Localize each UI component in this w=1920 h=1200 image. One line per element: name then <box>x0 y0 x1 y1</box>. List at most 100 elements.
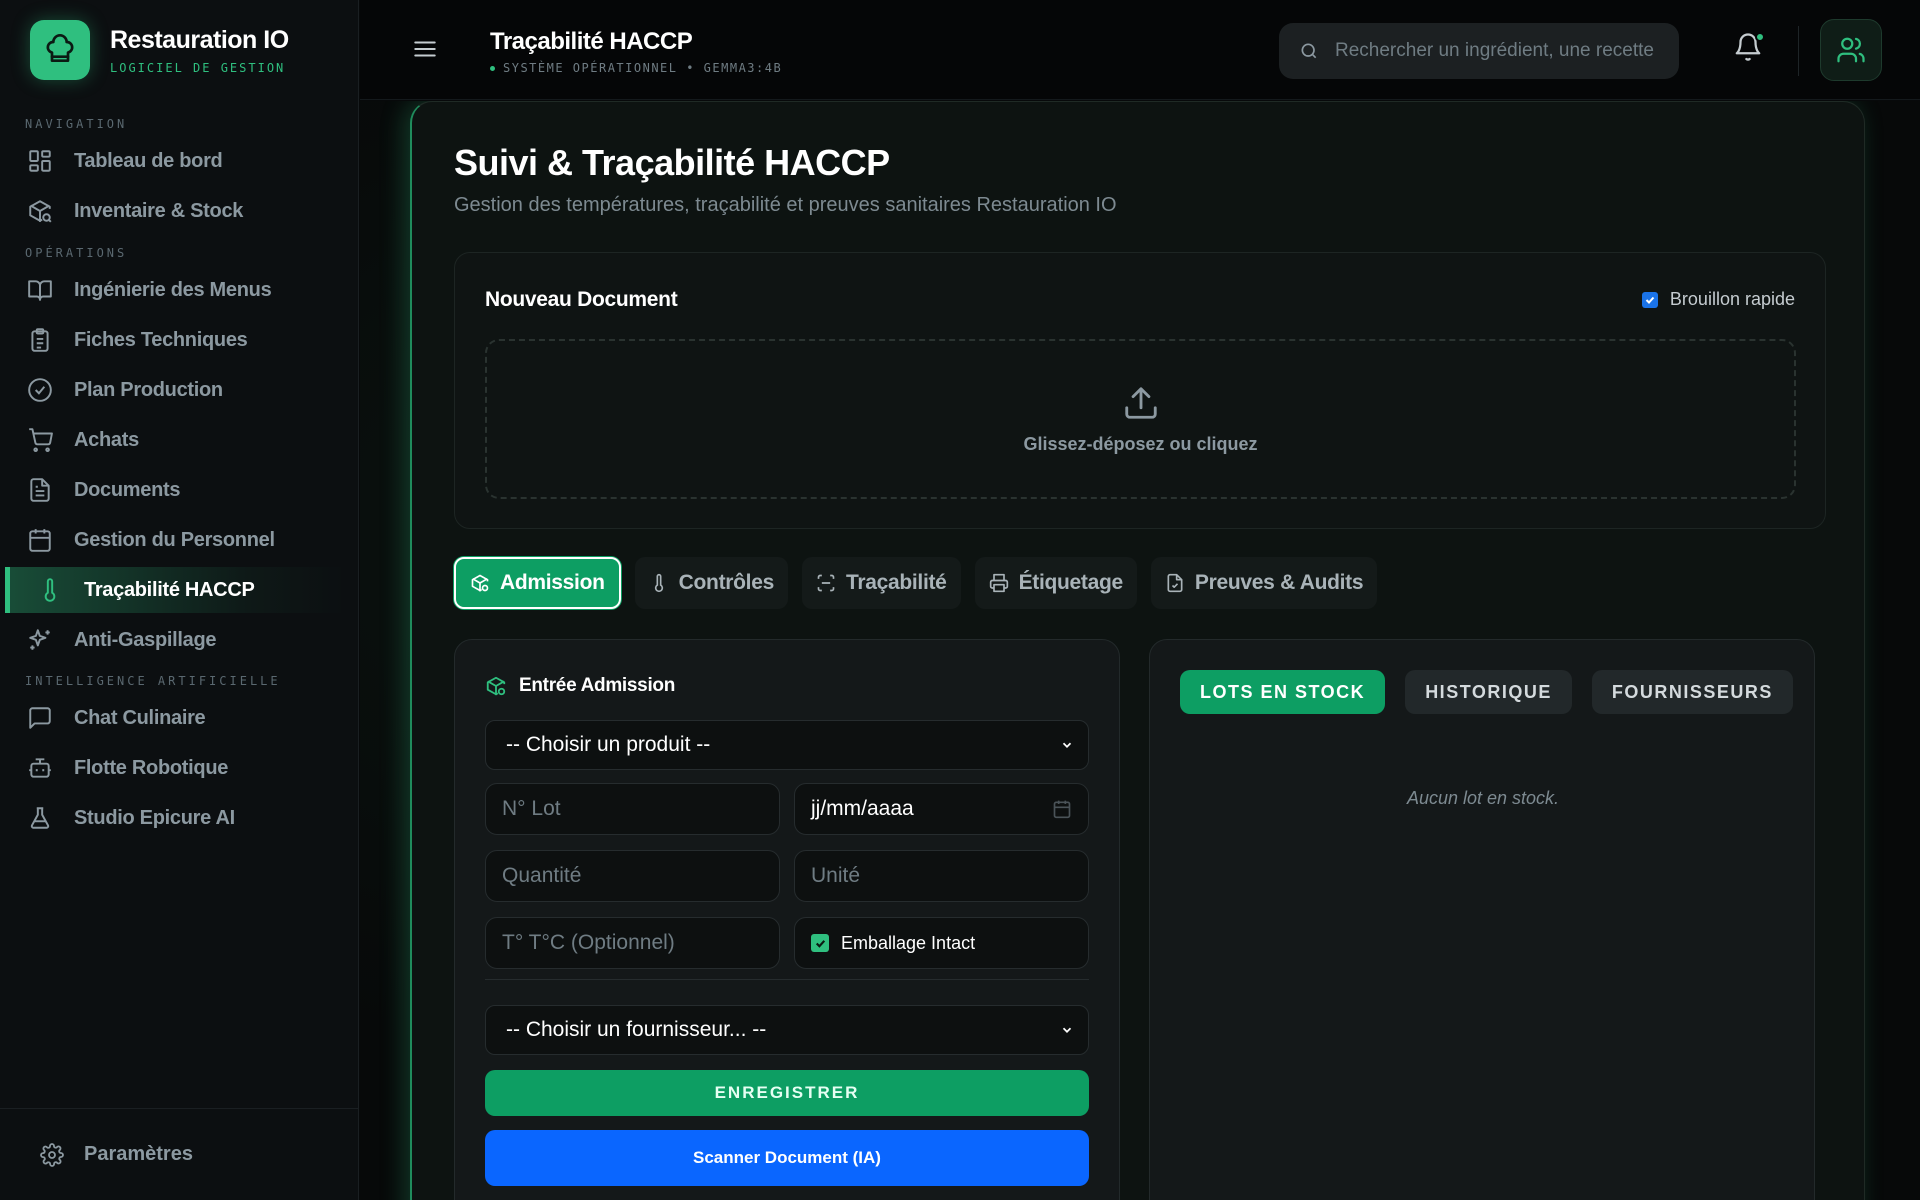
sidebar-item-label: Achats <box>74 428 139 451</box>
sidebar-item-label: Studio Epicure AI <box>74 806 235 829</box>
notifications-button[interactable] <box>1733 32 1765 62</box>
notification-badge <box>1755 32 1765 42</box>
admission-form-title: Entrée Admission <box>519 675 676 696</box>
tab-admission[interactable]: Admission <box>454 557 621 609</box>
sidebar-item-label: Ingénierie des Menus <box>74 278 272 301</box>
sidebar-item-menus[interactable]: Ingénierie des Menus <box>0 267 359 313</box>
quick-draft-toggle[interactable]: Brouillon rapide <box>1641 289 1795 310</box>
stock-panel: LOTS EN STOCK HISTORIQUE FOURNISSEURS Au… <box>1149 639 1815 1200</box>
sidebar-item-production-plan[interactable]: Plan Production <box>0 367 359 413</box>
sidebar-item-label: Traçabilité HACCP <box>84 578 255 601</box>
menu-toggle-button[interactable] <box>412 36 438 62</box>
scan-icon <box>816 573 836 593</box>
users-icon <box>1836 35 1866 65</box>
sidebar-item-chat[interactable]: Chat Culinaire <box>0 695 359 741</box>
chevron-down-icon <box>1060 738 1074 752</box>
tab-controls[interactable]: Contrôles <box>634 557 788 609</box>
tab-traceability[interactable]: Traçabilité <box>801 557 961 609</box>
sidebar-item-dashboard[interactable]: Tableau de bord <box>0 138 359 184</box>
hamburger-icon <box>412 36 438 62</box>
settings-link[interactable]: Paramètres <box>0 1108 359 1200</box>
product-select-value: -- Choisir un produit -- <box>506 733 711 756</box>
section-operations: OPÉRATIONS <box>25 246 128 260</box>
chevron-down-icon <box>1060 1023 1074 1037</box>
sidebar-item-technical-sheets[interactable]: Fiches Techniques <box>0 317 359 363</box>
quantity-input[interactable] <box>502 864 779 888</box>
sidebar-item-label: Fiches Techniques <box>74 328 248 351</box>
save-button[interactable]: ENREGISTRER <box>485 1070 1089 1116</box>
sidebar-item-staff[interactable]: Gestion du Personnel <box>0 517 359 563</box>
sidebar-item-studio[interactable]: Studio Epicure AI <box>0 795 359 841</box>
sidebar-item-documents[interactable]: Documents <box>0 467 359 513</box>
new-document-card: Nouveau Document Brouillon rapide Glisse… <box>454 252 1826 529</box>
packaging-intact-toggle[interactable]: Emballage Intact <box>794 917 1089 969</box>
scan-document-button[interactable]: Scanner Document (IA) <box>485 1130 1089 1186</box>
lot-number-field[interactable] <box>485 783 780 835</box>
dropzone-text: Glissez-déposez ou cliquez <box>1023 433 1258 454</box>
quantity-field[interactable] <box>485 850 780 902</box>
chef-hat-icon <box>30 20 90 80</box>
sidebar-item-label: Anti-Gaspillage <box>74 628 217 651</box>
sidebar-item-anti-waste[interactable]: Anti-Gaspillage <box>0 617 359 663</box>
unit-field[interactable] <box>794 850 1089 902</box>
sidebar-item-label: Plan Production <box>74 378 223 401</box>
haccp-tabs: Admission Contrôles Traçabilité Étiqueta… <box>454 557 1391 609</box>
section-ai: INTELLIGENCE ARTIFICIELLE <box>25 674 281 688</box>
calendar-icon[interactable] <box>1052 799 1072 819</box>
product-select[interactable]: -- Choisir un produit -- <box>485 720 1089 770</box>
tab-label: Étiquetage <box>1018 571 1124 594</box>
new-document-title: Nouveau Document <box>485 288 678 311</box>
sidebar-item-label: Chat Culinaire <box>74 706 206 729</box>
sidebar-item-label: Inventaire & Stock <box>74 199 244 222</box>
sidebar-item-haccp[interactable]: Traçabilité HACCP <box>5 567 345 613</box>
check-circle-icon <box>26 376 54 404</box>
tab-labeling[interactable]: Étiquetage <box>974 557 1137 609</box>
tab-lots-in-stock[interactable]: LOTS EN STOCK <box>1180 670 1386 714</box>
top-header: Traçabilité HACCP SYSTÈME OPÉRATIONNEL •… <box>360 0 1920 100</box>
date-field[interactable]: jj/mm/aaaa <box>794 783 1089 835</box>
section-navigation: NAVIGATION <box>25 117 128 131</box>
stock-tabs: LOTS EN STOCK HISTORIQUE FOURNISSEURS <box>1180 670 1813 714</box>
tab-audits[interactable]: Preuves & Audits <box>1150 557 1378 609</box>
sidebar-item-inventory[interactable]: Inventaire & Stock <box>0 188 359 234</box>
bot-icon <box>26 754 54 782</box>
tab-label: Admission <box>500 571 605 594</box>
header-subtitle-text: SYSTÈME OPÉRATIONNEL • GEMMA3:4B <box>503 61 783 75</box>
sidebar-item-purchases[interactable]: Achats <box>0 417 359 463</box>
temperature-input[interactable] <box>502 931 779 955</box>
admission-form: Entrée Admission -- Choisir un produit -… <box>454 639 1120 1200</box>
temperature-field[interactable] <box>485 917 780 969</box>
thermometer-icon <box>36 576 64 604</box>
admission-form-header: Entrée Admission <box>485 675 675 697</box>
search-input[interactable] <box>1335 40 1655 62</box>
sidebar: Restauration IO LOGICIEL DE GESTION NAVI… <box>0 0 359 1200</box>
packaging-intact-checkbox[interactable] <box>811 934 829 952</box>
quick-draft-checkbox[interactable] <box>1641 291 1658 308</box>
package-icon <box>485 675 507 697</box>
header-title: Traçabilité HACCP <box>490 28 693 55</box>
date-value: jj/mm/aaaa <box>811 797 914 820</box>
unit-input[interactable] <box>811 864 1088 888</box>
thermometer-icon <box>649 573 669 593</box>
brand[interactable]: Restauration IO LOGICIEL DE GESTION <box>30 20 289 80</box>
status-dot <box>490 65 495 71</box>
supplier-select[interactable]: -- Choisir un fournisseur... -- <box>485 1005 1089 1055</box>
brand-title: Restauration IO <box>110 25 289 54</box>
upload-dropzone[interactable]: Glissez-déposez ou cliquez <box>485 339 1796 499</box>
user-menu-button[interactable] <box>1820 19 1882 81</box>
sparkles-icon <box>26 626 54 654</box>
empty-state-text: Aucun lot en stock. <box>1406 788 1560 808</box>
tab-history[interactable]: HISTORIQUE <box>1405 670 1572 714</box>
tab-suppliers[interactable]: FOURNISSEURS <box>1591 670 1793 714</box>
flask-icon <box>26 804 54 832</box>
header-divider <box>1798 26 1799 76</box>
form-divider <box>485 979 1089 980</box>
quick-draft-label: Brouillon rapide <box>1669 289 1795 309</box>
sidebar-item-label: Flotte Robotique <box>74 756 229 779</box>
header-subtitle: SYSTÈME OPÉRATIONNEL • GEMMA3:4B <box>490 61 782 75</box>
tab-label: Contrôles <box>678 571 775 594</box>
message-square-icon <box>26 704 54 732</box>
search-bar[interactable] <box>1279 23 1679 79</box>
lot-number-input[interactable] <box>502 797 779 821</box>
sidebar-item-robotics[interactable]: Flotte Robotique <box>0 745 359 791</box>
